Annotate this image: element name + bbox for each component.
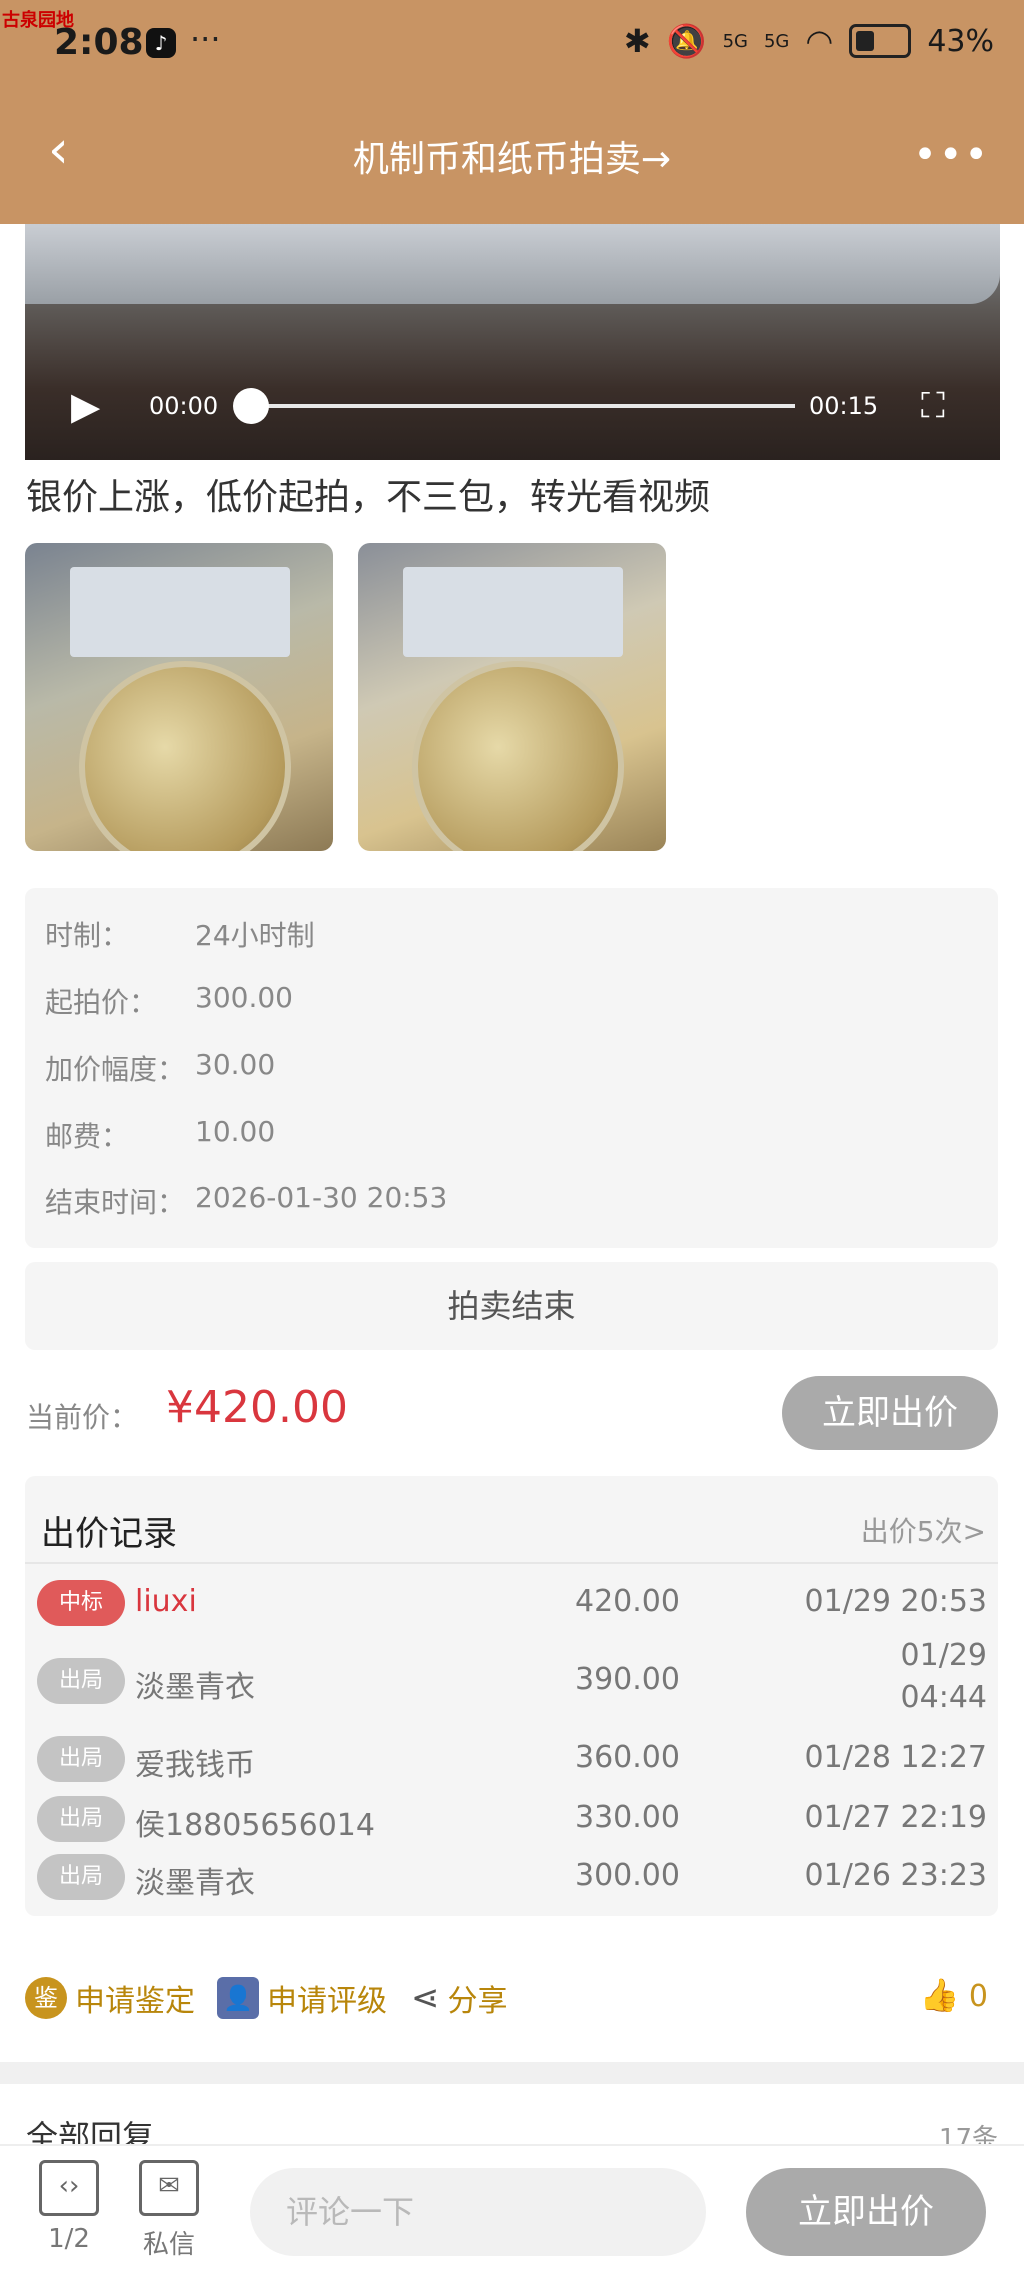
bidder-name[interactable]: 侯18805656014: [135, 1800, 375, 1844]
video-seek-bar[interactable]: [253, 404, 795, 408]
bid-records: 出价记录 出价5次> 中标 liuxi 420.00 01/29 20:53 出…: [25, 1476, 998, 1916]
play-icon[interactable]: ▶: [71, 384, 100, 428]
apply-grading-button[interactable]: 👤 申请评级: [217, 1976, 387, 2020]
bid-row: 出局 爱我钱币 360.00 01/28 12:27: [37, 1736, 987, 1786]
action-row: 鉴 申请鉴定 👤 申请评级 ⋖ 分享 👍 0: [25, 1976, 1000, 2026]
auction-info: 时制： 24小时制 起拍价： 300.00 加价幅度： 30.00 邮费： 10…: [25, 888, 998, 1248]
info-key: 时制：: [45, 919, 130, 952]
apply-appraisal-label: 申请鉴定: [75, 1984, 195, 2019]
auction-ended-label: 拍卖结束: [25, 1262, 998, 1350]
video-player[interactable]: ▶ 00:00 00:15 ⛶: [25, 224, 1000, 460]
current-price: ¥420.00: [166, 1382, 348, 1433]
share-button[interactable]: ⋖ 分享: [411, 1976, 508, 2020]
bid-row: 中标 liuxi 420.00 01/29 20:53: [37, 1580, 987, 1630]
nav-bar: ‹ 机制币和纸币拍卖→ •••: [0, 88, 1024, 224]
status-bar: 古泉园地 2:08 ♪ ··· ✱ 🔕 5G 5G ◠ 43%: [0, 0, 1024, 88]
bid-count-link[interactable]: 出价5次>: [861, 1510, 986, 1550]
battery-percent: 43%: [927, 23, 994, 59]
signal-label-2: 5G: [763, 30, 790, 52]
bid-now-button[interactable]: 立即出价: [782, 1376, 998, 1450]
info-value: 30.00: [195, 1048, 276, 1081]
bid-amount: 360.00: [575, 1740, 680, 1775]
page-switch-icon: ‹›: [39, 2160, 99, 2216]
envelope-icon: ✉: [139, 2160, 199, 2216]
info-row: 结束时间： 2026-01-30 20:53: [45, 1181, 447, 1221]
bidder-name[interactable]: liuxi: [135, 1584, 197, 1619]
bid-row: 出局 淡墨青衣 390.00 01/29 04:44: [37, 1638, 987, 1728]
info-row: 邮费： 10.00: [45, 1115, 275, 1155]
grading-icon: 👤: [217, 1977, 259, 2019]
bid-time-date: 01/29: [900, 1638, 987, 1673]
section-divider: [0, 2062, 1024, 2084]
info-key: 结束时间：: [45, 1186, 186, 1219]
bid-now-button-bottom[interactable]: 立即出价: [746, 2168, 986, 2256]
apply-grading-label: 申请评级: [267, 1984, 387, 2019]
item-description: 银价上涨，低价起拍，不三包，转光看视频: [26, 477, 711, 518]
bid-amount: 330.00: [575, 1800, 680, 1835]
private-message-button[interactable]: ✉ 私信: [134, 2160, 204, 2261]
battery-icon: [849, 24, 912, 58]
tiktok-icon: ♪: [146, 28, 176, 58]
video-frame: [25, 224, 1000, 304]
bid-time: 01/27 22:19: [804, 1800, 987, 1835]
comment-input[interactable]: 评论一下: [250, 2168, 706, 2256]
bid-amount: 390.00: [575, 1662, 680, 1697]
bidder-name[interactable]: 爱我钱币: [135, 1740, 255, 1784]
outbid-badge: 出局: [37, 1736, 125, 1782]
bidder-name[interactable]: 淡墨青衣: [135, 1858, 255, 1902]
bid-time: 01/26 23:23: [804, 1858, 987, 1893]
signal-label-1: 5G: [722, 30, 748, 52]
bid-row: 出局 淡墨青衣 300.00 01/26 23:23: [37, 1854, 987, 1904]
video-duration: 00:15: [809, 392, 879, 420]
bid-amount: 420.00: [575, 1584, 680, 1619]
info-row: 时制： 24小时制: [45, 914, 315, 954]
clock: 2:08: [54, 22, 144, 63]
more-icon[interactable]: •••: [913, 132, 990, 178]
current-price-label: 当前价：: [26, 1401, 139, 1434]
bluetooth-icon: ✱: [623, 22, 651, 60]
like-button[interactable]: 👍 0: [920, 1976, 988, 2014]
bidder-name[interactable]: 淡墨青衣: [135, 1662, 255, 1706]
appraisal-icon: 鉴: [25, 1977, 67, 2019]
info-row: 加价幅度： 30.00: [45, 1048, 275, 1088]
share-icon: ⋖: [411, 1978, 440, 2018]
info-key: 起拍价：: [45, 986, 158, 1019]
info-key: 邮费：: [45, 1120, 130, 1153]
share-label: 分享: [447, 1984, 508, 2019]
outbid-badge: 出局: [37, 1854, 125, 1900]
bid-time-clock: 04:44: [900, 1680, 987, 1715]
thumbs-up-icon: 👍: [919, 1976, 960, 2014]
info-key: 加价幅度：: [45, 1053, 186, 1086]
item-photo-obverse[interactable]: [25, 543, 333, 851]
page-indicator[interactable]: ‹› 1/2: [34, 2160, 104, 2254]
outbid-badge: 出局: [37, 1796, 125, 1842]
wifi-icon: ◠: [805, 22, 834, 60]
outbid-badge: 出局: [37, 1658, 125, 1704]
more-notifications-icon: ···: [190, 20, 221, 58]
video-seek-handle[interactable]: [233, 388, 269, 424]
winner-badge: 中标: [37, 1580, 125, 1626]
info-value: 24小时制: [195, 919, 315, 952]
bid-time: 01/29 20:53: [804, 1584, 987, 1619]
bid-amount: 300.00: [575, 1858, 680, 1893]
bid-records-title: 出价记录: [41, 1514, 177, 1554]
fullscreen-icon[interactable]: ⛶: [921, 386, 945, 426]
page-title: 机制币和纸币拍卖→: [352, 139, 672, 180]
mute-icon: 🔕: [666, 22, 707, 60]
bid-row: 出局 侯18805656014 330.00 01/27 22:19: [37, 1796, 987, 1846]
bid-time: 01/28 12:27: [804, 1740, 987, 1775]
info-value: 10.00: [195, 1115, 276, 1148]
bottom-bar: ‹› 1/2 ✉ 私信 评论一下 立即出价: [0, 2144, 1024, 2277]
info-row: 起拍价： 300.00: [45, 981, 293, 1021]
info-value: 300.00: [195, 981, 293, 1014]
page-indicator-label: 1/2: [48, 2224, 90, 2254]
system-indicators: ✱ 🔕 5G 5G ◠ 43%: [624, 22, 994, 60]
apply-appraisal-button[interactable]: 鉴 申请鉴定: [25, 1976, 195, 2020]
video-current-time: 00:00: [149, 392, 219, 420]
item-photo-reverse[interactable]: [358, 543, 666, 851]
info-value: 2026-01-30 20:53: [195, 1181, 448, 1214]
private-message-label: 私信: [142, 2230, 195, 2260]
like-count: 0: [968, 1979, 988, 2014]
